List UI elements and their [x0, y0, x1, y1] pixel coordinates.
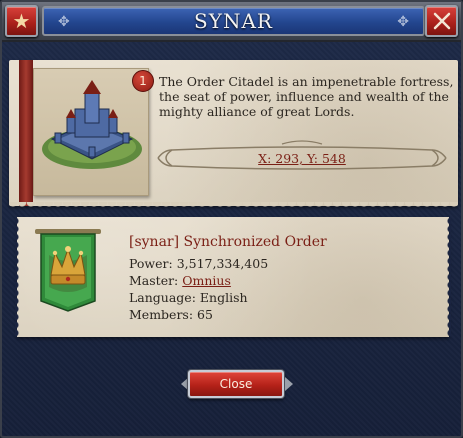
close-window-button[interactable]: [425, 5, 458, 37]
citadel-castle-icon: [42, 80, 142, 169]
master-link[interactable]: Omnius: [182, 273, 231, 288]
order-info-panel: [synar] Synchronized Order Power: 3,517,…: [15, 217, 449, 337]
citadel-info-panel: 1 The Order Citadel is an impenetrable f…: [9, 60, 458, 210]
language-label: Language:: [129, 290, 196, 305]
order-master: Master: Omnius: [129, 273, 231, 288]
citadel-level-badge: 1: [132, 70, 154, 92]
order-power: Power: 3,517,334,405: [129, 256, 268, 271]
coordinates-frame: X: 293, Y: 548: [154, 138, 450, 178]
power-label: Power:: [129, 256, 173, 271]
citadel-image-card: [33, 68, 149, 196]
order-citadel-dialog: ★ ✥ SYNAR ✥ 1 The Order Citadel is an im…: [0, 0, 463, 438]
order-banner-emblem: [33, 227, 103, 317]
coordinates-link[interactable]: X: 293, Y: 548: [154, 151, 450, 166]
ornament-icon: ✥: [397, 14, 409, 30]
title-plate: ✥ SYNAR ✥: [42, 6, 425, 36]
order-members: Members: 65: [129, 307, 213, 322]
members-value: 65: [197, 307, 213, 322]
dialog-title: SYNAR: [194, 9, 273, 33]
decorative-ribbon: [19, 60, 33, 206]
citadel-description: The Order Citadel is an impenetrable for…: [159, 74, 454, 119]
master-label: Master:: [129, 273, 179, 288]
favorite-button[interactable]: ★: [5, 5, 38, 37]
language-value: English: [199, 290, 248, 305]
title-bar: ★ ✥ SYNAR ✥: [2, 2, 461, 42]
crown-banner-icon: [35, 229, 101, 312]
order-language: Language: English: [129, 290, 248, 305]
star-icon: ★: [12, 9, 31, 33]
power-value: 3,517,334,405: [176, 256, 269, 271]
button-ornament-right: [285, 377, 293, 391]
members-label: Members:: [129, 307, 194, 322]
order-name: [synar] Synchronized Order: [129, 234, 327, 250]
close-x-icon: [433, 12, 451, 30]
close-button[interactable]: Close: [188, 370, 284, 398]
